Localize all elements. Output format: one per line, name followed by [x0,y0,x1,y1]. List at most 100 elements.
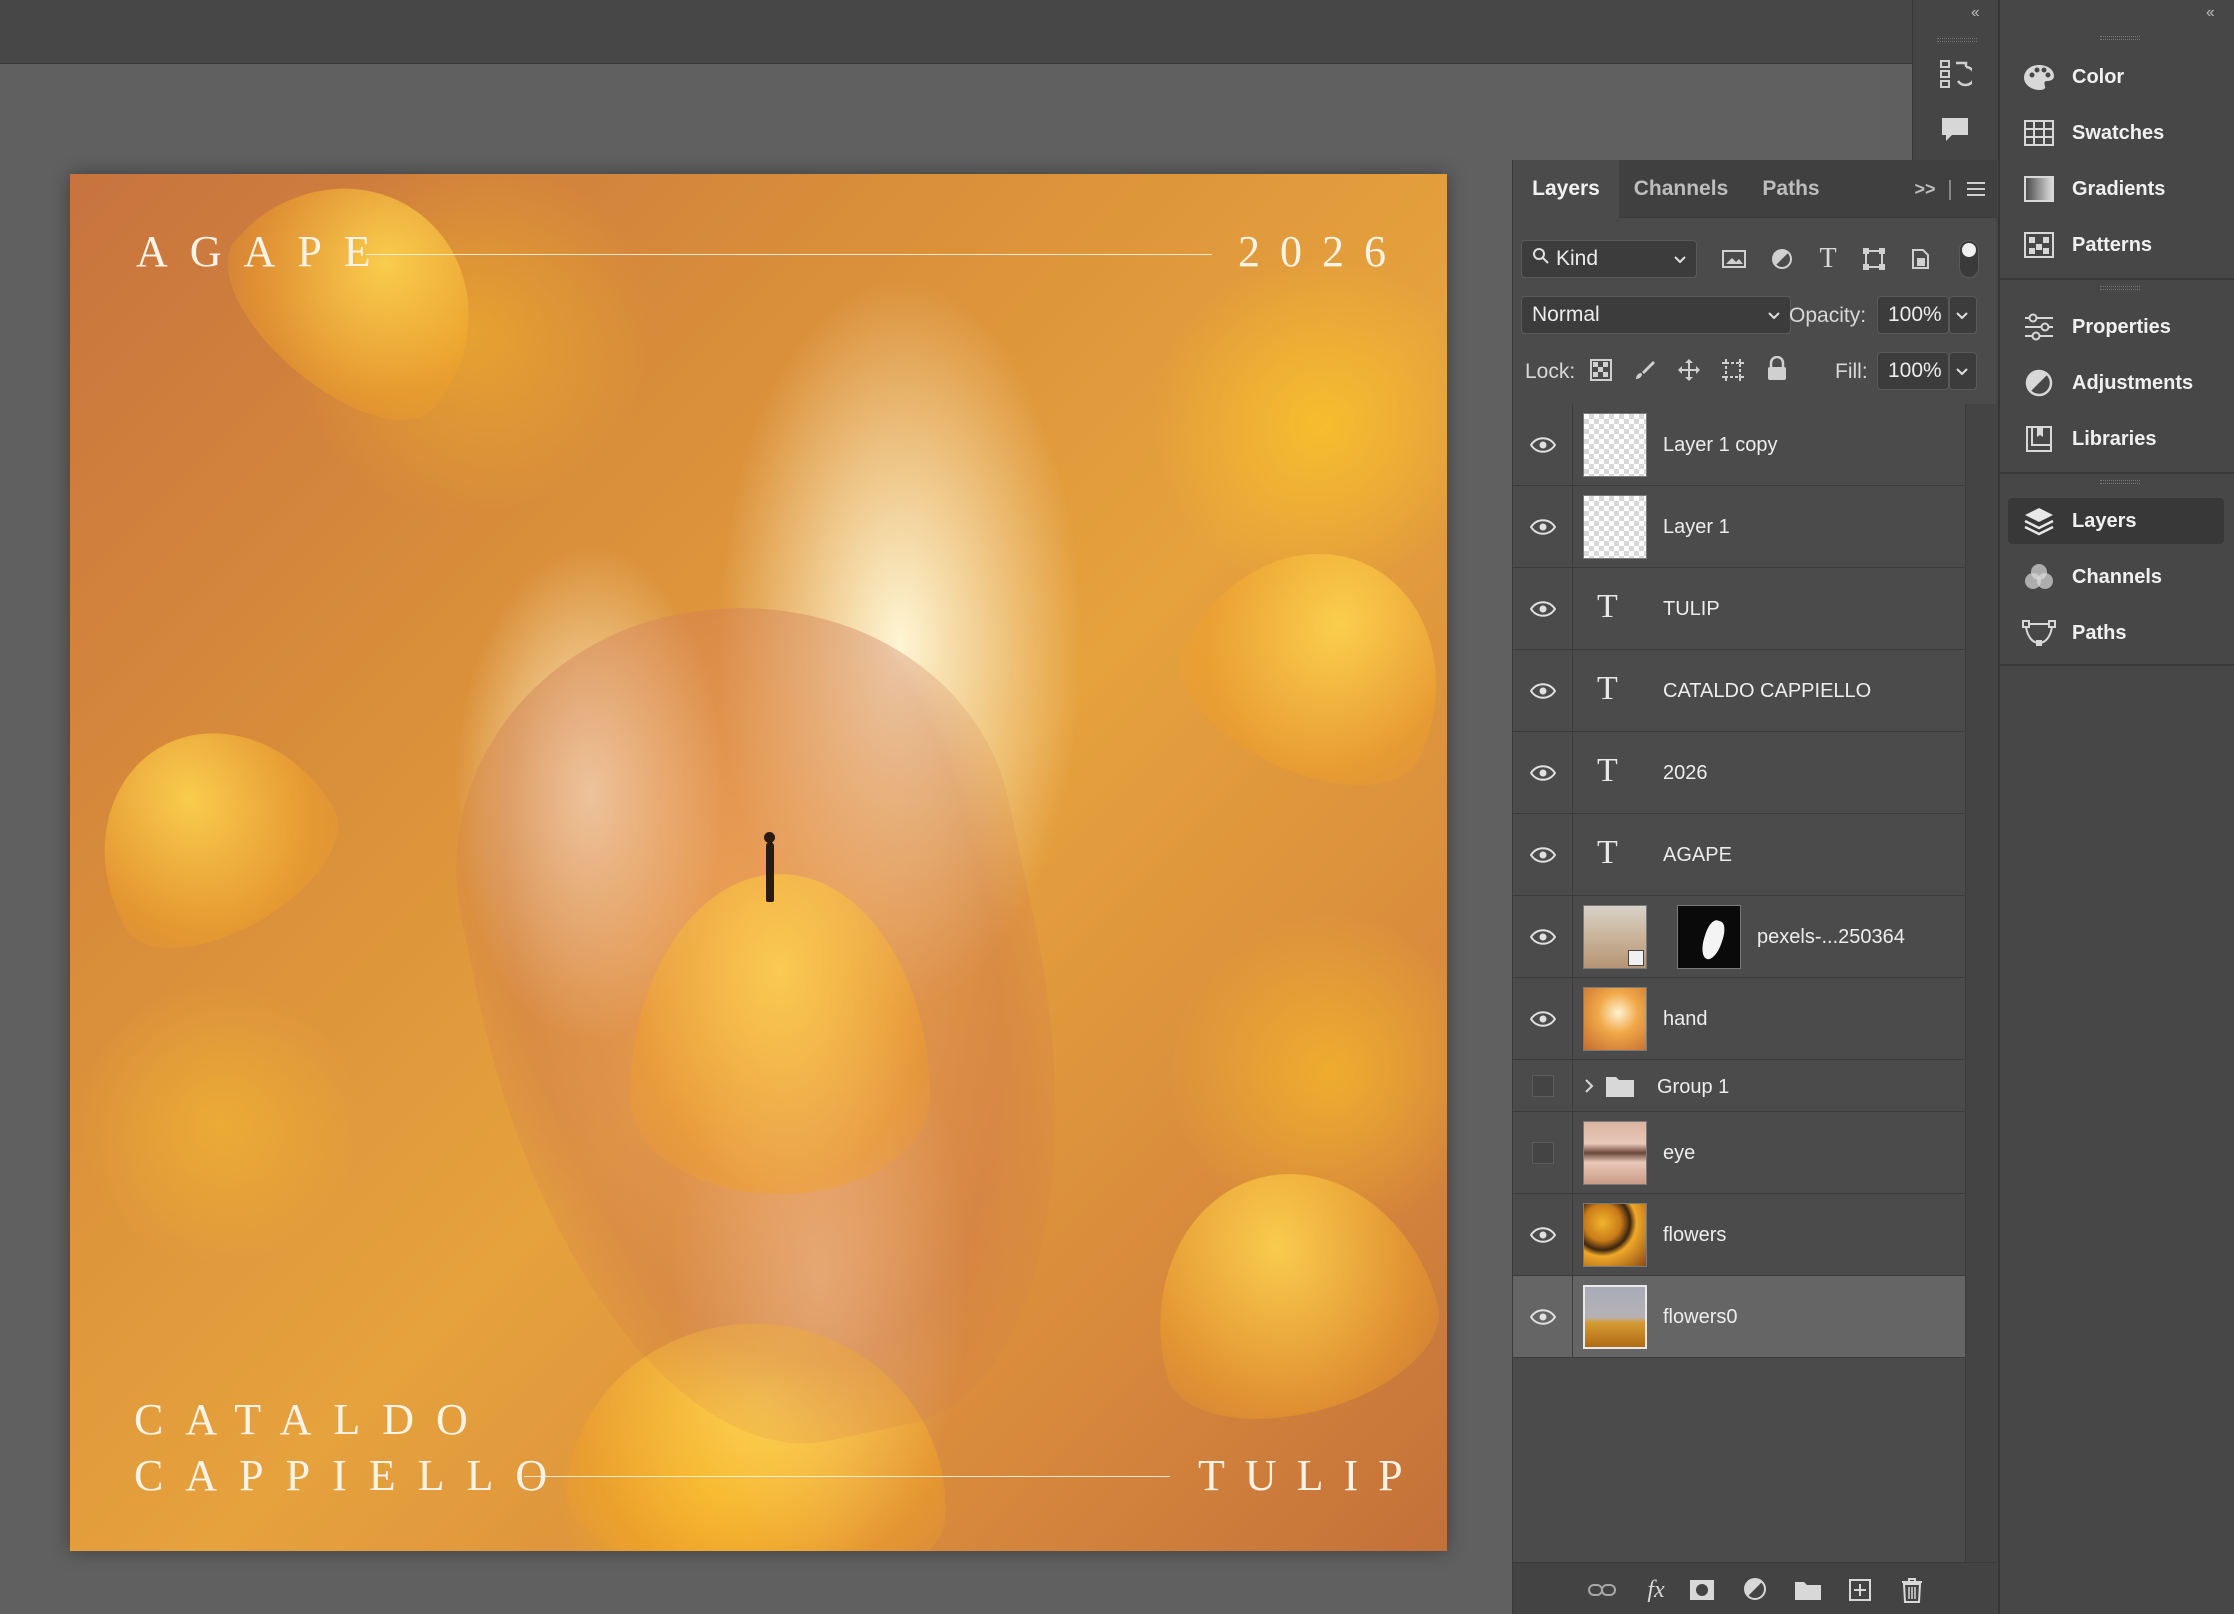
tab-channels[interactable]: Channels [1619,160,1743,218]
panel-grip[interactable] [2100,286,2140,290]
adjustment-layer-icon[interactable] [1741,1575,1771,1605]
layer-row-pexels[interactable]: pexels-...250364 [1513,896,1965,978]
layer-row-hand[interactable]: hand [1513,978,1965,1060]
libraries-icon [2022,422,2056,456]
layer-row-2026[interactable]: T 2026 [1513,732,1965,814]
adjustment-filter-icon[interactable] [1767,244,1797,274]
new-group-icon[interactable] [1793,1575,1823,1605]
dock-item-layers[interactable]: Layers [2008,498,2224,544]
image-filter-icon[interactable] [1719,244,1749,274]
folder-icon [1605,1074,1635,1098]
dock-item-channels[interactable]: Channels [2008,554,2224,600]
channels-icon [2022,560,2056,594]
visibility-eye-icon[interactable] [1513,732,1573,813]
canvas-artwork[interactable]: AGAPE 2026 CATALDO CAPPIELLO TULIP [70,174,1447,1551]
collapse-chevrons-icon[interactable]: ‹‹ [2206,4,2215,22]
dock-item-patterns[interactable]: Patterns [2008,222,2224,268]
dock-item-libraries[interactable]: Libraries [2008,416,2224,462]
fill-dropdown-button[interactable] [1949,352,1977,390]
comments-icon[interactable] [1935,110,1975,150]
layer-row-group-1[interactable]: Group 1 [1513,1060,1965,1112]
history-icon[interactable] [1935,54,1975,94]
lock-all-padlock-icon[interactable] [1765,355,1791,384]
tab-layers[interactable]: Layers [1513,160,1619,218]
search-icon [1532,247,1550,271]
artwork-top-rule [366,254,1212,255]
dock-item-label: Adjustments [2072,371,2194,394]
expand-chevron-icon[interactable] [1581,1074,1597,1098]
visibility-eye-icon[interactable] [1513,650,1573,731]
chevron-down-icon [1956,368,1968,376]
dock-item-gradients[interactable]: Gradients [2008,166,2224,212]
collapse-chevrons-icon[interactable]: ‹‹ [1971,4,1980,22]
visibility-eye-icon[interactable] [1513,896,1573,977]
panel-menu-icon[interactable] [1965,178,1987,200]
dock-item-color[interactable]: Color [2008,54,2224,100]
layer-name: eye [1663,1142,1696,1164]
layer-mask-thumbnail[interactable] [1677,905,1741,969]
opacity-input[interactable]: 100% [1877,296,1949,334]
dock-item-properties[interactable]: Properties [2008,304,2224,350]
visibility-eye-icon[interactable] [1513,978,1573,1059]
dock-item-label: Swatches [2072,121,2165,144]
visibility-eye-icon[interactable] [1513,568,1573,649]
new-layer-icon[interactable] [1845,1575,1875,1605]
opacity-dropdown-button[interactable] [1949,296,1977,334]
layer-row-agape[interactable]: T AGAPE [1513,814,1965,896]
add-mask-icon[interactable] [1687,1575,1717,1605]
filter-kind-select[interactable]: Kind [1521,240,1697,278]
tab-paths[interactable]: Paths [1743,160,1839,218]
artwork-artist-line2: CAPPIELLO [134,1451,570,1500]
right-panel-dock: ‹‹ Color Swatches Gradients Patterns Pro… [1998,0,2234,1614]
lock-artboard-icon[interactable] [1721,358,1747,384]
visibility-eye-icon[interactable] [1513,1194,1573,1275]
flower-petal [196,174,524,455]
visibility-toggle-off[interactable] [1513,1112,1573,1193]
layer-thumbnail [1583,413,1647,477]
layer-row-cataldo-cappiello[interactable]: T CATALDO CAPPIELLO [1513,650,1965,732]
visibility-eye-icon[interactable] [1513,404,1573,485]
panel-grip[interactable] [2100,36,2140,40]
artwork-bottom-rule [524,1476,1170,1477]
text-layer-icon: T [1597,834,1618,871]
panel-grip[interactable] [1937,38,1977,42]
blend-mode-select[interactable]: Normal [1521,296,1791,334]
type-filter-icon[interactable]: T [1813,243,1843,274]
layer-name: CATALDO CAPPIELLO [1663,680,1872,702]
layer-row-layer-1[interactable]: Layer 1 [1513,486,1965,568]
filter-toggle-switch[interactable] [1959,240,1979,278]
dock-item-label: Channels [2072,565,2163,588]
visibility-eye-icon[interactable] [1513,486,1573,567]
layer-name: pexels-...250364 [1757,926,1905,948]
layer-thumbnail [1583,1285,1647,1349]
dock-item-swatches[interactable]: Swatches [2008,110,2224,156]
delete-icon[interactable] [1897,1575,1927,1605]
layer-row-flowers[interactable]: flowers [1513,1194,1965,1276]
visibility-toggle-off[interactable] [1513,1060,1573,1111]
layer-row-layer-1-copy[interactable]: Layer 1 copy [1513,404,1965,486]
lock-transparency-icon[interactable] [1589,358,1615,384]
layer-row-eye[interactable]: eye [1513,1112,1965,1194]
panel-grip[interactable] [2100,480,2140,484]
palette-icon [2022,60,2056,94]
panel-overflow-icon[interactable]: >> [1909,160,1941,218]
layer-row-tulip[interactable]: T TULIP [1513,568,1965,650]
layer-name: flowers0 [1663,1306,1738,1328]
fx-icon[interactable]: fx [1641,1575,1671,1605]
artwork-title-agape: AGAPE [136,227,393,276]
dock-item-paths[interactable]: Paths [2008,610,2224,656]
fill-input[interactable]: 100% [1877,352,1949,390]
lock-pixels-brush-icon[interactable] [1633,358,1659,384]
dock-separator [2000,664,2234,666]
visibility-eye-icon[interactable] [1513,1276,1573,1357]
layer-row-flowers0[interactable]: flowers0 [1513,1276,1965,1358]
shape-filter-icon[interactable] [1859,244,1889,274]
visibility-eye-icon[interactable] [1513,814,1573,895]
flower-petal [1123,1141,1447,1447]
chevron-down-icon [1766,305,1782,329]
smart-object-filter-icon[interactable] [1905,244,1935,274]
dock-item-adjustments[interactable]: Adjustments [2008,360,2224,406]
lock-position-move-icon[interactable] [1677,358,1703,384]
layer-list-scrollbar[interactable] [1965,404,1997,1562]
link-layers-icon[interactable] [1587,1575,1617,1605]
